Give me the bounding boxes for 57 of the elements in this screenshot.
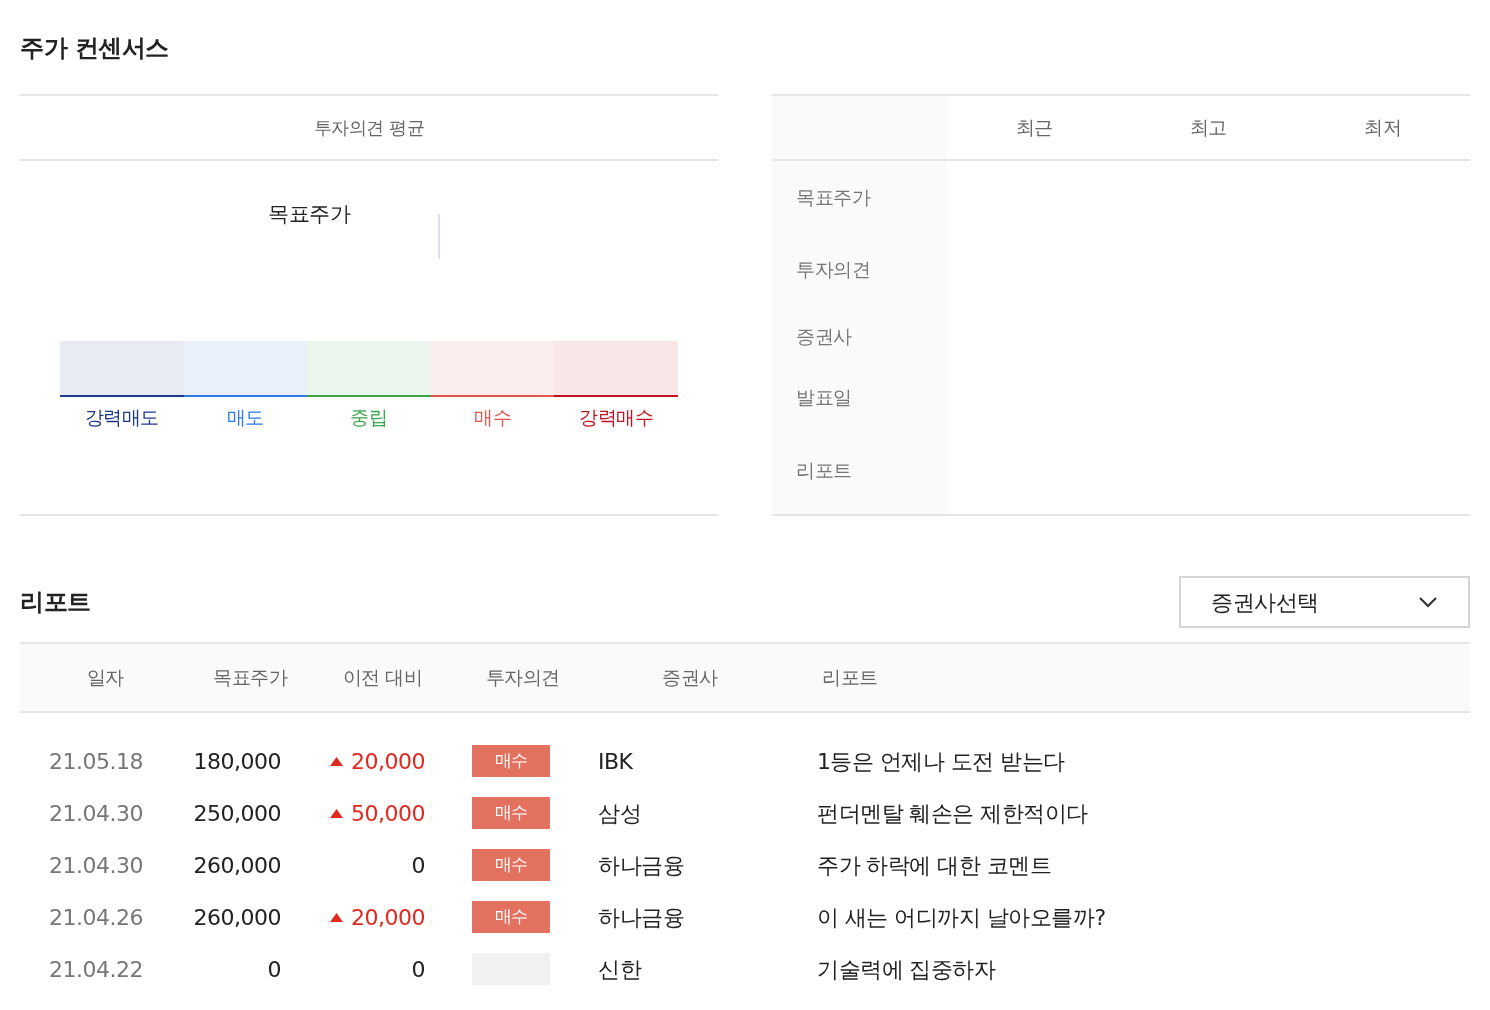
- opinion-badge: 매수: [472, 797, 550, 829]
- report-title-link[interactable]: 주가 하락에 대한 코멘트: [817, 852, 1052, 878]
- column-header: 일자: [86, 666, 124, 689]
- target-price-cell: 260,000: [193, 904, 281, 930]
- up-triangle-icon: [330, 808, 343, 818]
- date-cell: 21.04.22: [49, 956, 143, 982]
- date-cell: 21.05.18: [49, 748, 143, 774]
- column-header: 투자의견 평균: [20, 96, 718, 161]
- target-price-cell: 0: [267, 956, 281, 982]
- report-title-link[interactable]: 1등은 언제나 도전 받는다: [817, 748, 1065, 774]
- change-cell-text: 50,000: [351, 799, 425, 828]
- scale-label: 매도: [226, 405, 264, 430]
- opinion-badge: 매수: [472, 745, 550, 777]
- report-title-link[interactable]: 기술력에 집중하자: [817, 956, 996, 982]
- broker-cell: 하나금융: [598, 852, 684, 878]
- row-label: 투자의견: [796, 256, 870, 282]
- date-cell: 21.04.26: [49, 904, 143, 930]
- target-price-cell: 250,000: [193, 800, 281, 826]
- row-label: 목표주가: [796, 184, 870, 210]
- column-header: 투자의견: [485, 666, 560, 689]
- broker-dropdown[interactable]: 증권사선택: [1179, 576, 1470, 628]
- column-header: 최저: [1364, 115, 1402, 141]
- change-cell-text: 0: [411, 955, 425, 984]
- up-triangle-icon: [330, 756, 343, 766]
- broker-cell: 하나금융: [598, 904, 684, 930]
- date-cell: 21.04.30: [49, 800, 143, 826]
- row-label: 리포트: [796, 457, 852, 483]
- scale-label: 강력매수: [579, 405, 654, 430]
- row-label: 발표일: [796, 384, 852, 410]
- change-cell-text: 20,000: [351, 903, 425, 932]
- target-price-label: 목표주가: [268, 201, 350, 228]
- up-triangle-icon: [330, 912, 343, 922]
- column-header: 증권사: [662, 666, 718, 689]
- column-header: 리포트: [822, 666, 878, 689]
- column-header: 이전 대비: [342, 666, 423, 689]
- change-cell-text: 20,000: [351, 747, 425, 776]
- opinion-badge: 매수: [472, 901, 550, 933]
- opinion-badge: 매수: [472, 849, 550, 881]
- scale-label: 매수: [474, 405, 512, 430]
- broker-cell: 신한: [598, 956, 641, 982]
- column-header: 최고: [1190, 115, 1227, 141]
- report-title-link[interactable]: 이 새는 어디까지 날아오를까?: [817, 904, 1106, 930]
- broker-cell: 삼성: [598, 800, 641, 826]
- broker-cell: IBK: [598, 748, 633, 774]
- target-price-cell: 180,000: [193, 748, 281, 774]
- row-label: 증권사: [796, 323, 852, 349]
- date-cell: 21.04.30: [49, 852, 143, 878]
- chevron-down-icon: [1418, 596, 1438, 608]
- column-header: 목표주가: [213, 666, 287, 689]
- report-title-link[interactable]: 펀더멘탈 훼손은 제한적이다: [817, 800, 1088, 826]
- scale-label: 강력매도: [84, 405, 159, 430]
- section-title: 리포트: [20, 587, 91, 618]
- change-cell-text: 0: [411, 851, 425, 880]
- column-header: 최근: [1015, 115, 1053, 141]
- section-title: 주가 컨센서스: [20, 33, 170, 64]
- target-price-cell: 260,000: [193, 852, 281, 878]
- scale-label: 중립: [350, 405, 388, 430]
